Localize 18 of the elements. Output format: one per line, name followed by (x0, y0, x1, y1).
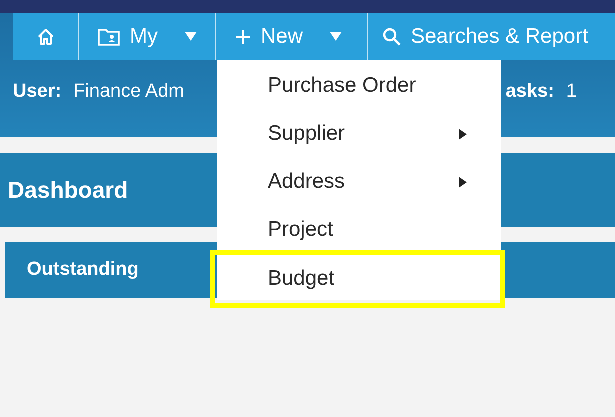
folder-icon (97, 26, 121, 46)
user-name: Finance Adm (74, 81, 184, 103)
plus-icon (234, 28, 252, 46)
caret-icon (330, 32, 342, 41)
menu-item[interactable]: Supplier (217, 110, 501, 158)
caret-icon (185, 32, 197, 41)
user-label: User: (13, 81, 62, 103)
tasks-count: 1 (566, 81, 577, 103)
menu-item[interactable]: Purchase Order (217, 62, 501, 110)
home-icon (36, 26, 56, 46)
page-title: Dashboard (8, 176, 128, 204)
search-icon (382, 26, 402, 46)
menu-item[interactable]: Address (217, 158, 501, 206)
panel-title: Outstanding (27, 259, 139, 281)
submenu-arrow-icon (459, 176, 467, 188)
tasks-label: asks: (506, 81, 554, 103)
submenu-arrow-icon (459, 128, 467, 140)
menu-item[interactable]: Project (217, 206, 501, 254)
